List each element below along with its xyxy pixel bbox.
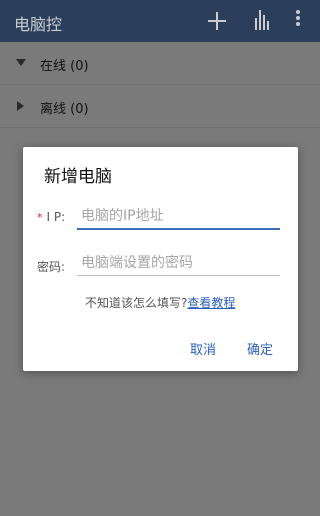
ip-label: * I P: xyxy=(37,210,65,224)
confirm-button[interactable]: 确定 xyxy=(247,339,273,358)
bar-chart-icon[interactable] xyxy=(254,10,272,30)
ip-input-underline xyxy=(77,228,280,230)
group-online-label: 在线 (0) xyxy=(40,59,89,74)
app-title: 电脑控 xyxy=(14,15,63,34)
password-input-underline xyxy=(77,275,280,276)
password-input[interactable] xyxy=(77,250,284,276)
chevron-right-icon xyxy=(17,101,24,111)
add-computer-dialog: 新增电脑 *I P: 密码: 不知道该怎么填写?查看教程 取消 确定 xyxy=(23,147,298,371)
chevron-down-icon xyxy=(16,59,26,66)
computer-group-list: 在线 (0) 离线 (0) xyxy=(0,42,320,128)
cancel-button[interactable]: 取消 xyxy=(190,339,216,358)
hint: 不知道该怎么填写?查看教程 xyxy=(85,294,235,311)
password-label: 密码: xyxy=(37,260,66,274)
tutorial-link[interactable]: 查看教程 xyxy=(187,296,235,310)
add-icon[interactable] xyxy=(206,10,228,32)
required-mark: * xyxy=(37,211,43,224)
ip-label-text: I P: xyxy=(46,210,66,224)
group-offline[interactable]: 离线 (0) xyxy=(0,85,320,128)
group-online[interactable]: 在线 (0) xyxy=(0,42,320,85)
more-vert-icon[interactable] xyxy=(296,10,300,26)
app-bar: 电脑控 xyxy=(0,0,320,42)
group-offline-label: 离线 (0) xyxy=(40,102,89,117)
ip-input[interactable] xyxy=(77,203,284,229)
dialog-title: 新增电脑 xyxy=(44,167,112,187)
hint-text: 不知道该怎么填写? xyxy=(85,296,188,310)
